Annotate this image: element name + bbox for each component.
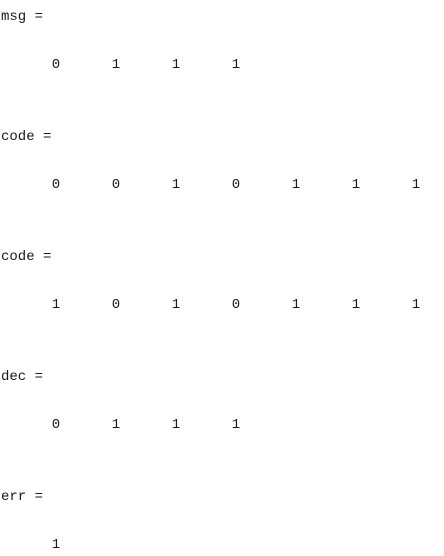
value-cell: 1: [51, 537, 61, 553]
value-cell: 0: [111, 297, 121, 313]
value-cell: 1: [411, 297, 421, 313]
value-cell: 1: [231, 417, 241, 433]
value-cell: 1: [231, 57, 241, 73]
value-row-dec: 0 1 1 1: [0, 417, 444, 433]
value-cell: 1: [171, 177, 181, 193]
value-cell: 0: [51, 177, 61, 193]
value-cell: 1: [291, 177, 301, 193]
variable-label-code: code =: [1, 129, 52, 145]
variable-label-msg: msg =: [1, 9, 44, 25]
value-cell: 1: [291, 297, 301, 313]
variable-label-dec: dec =: [1, 369, 44, 385]
value-cell: 1: [411, 177, 421, 193]
value-cell: 0: [231, 297, 241, 313]
value-cell: 1: [171, 57, 181, 73]
command-window-output: msg = 0 1 1 1 code = 0 0 1 0 1 1 1 code …: [0, 0, 444, 556]
value-cell: 1: [171, 417, 181, 433]
variable-label-err: err =: [1, 489, 44, 505]
value-cell: 1: [351, 297, 361, 313]
value-row-code: 0 0 1 0 1 1 1: [0, 177, 444, 193]
variable-label-code: code =: [1, 249, 52, 265]
value-cell: 0: [231, 177, 241, 193]
value-row-err: 1: [0, 537, 444, 553]
value-cell: 0: [111, 177, 121, 193]
value-cell: 0: [51, 57, 61, 73]
value-cell: 1: [111, 57, 121, 73]
value-cell: 1: [171, 297, 181, 313]
value-cell: 1: [111, 417, 121, 433]
value-cell: 0: [51, 417, 61, 433]
value-cell: 1: [51, 297, 61, 313]
value-row-code: 1 0 1 0 1 1 1: [0, 297, 444, 313]
value-row-msg: 0 1 1 1: [0, 57, 444, 73]
value-cell: 1: [351, 177, 361, 193]
